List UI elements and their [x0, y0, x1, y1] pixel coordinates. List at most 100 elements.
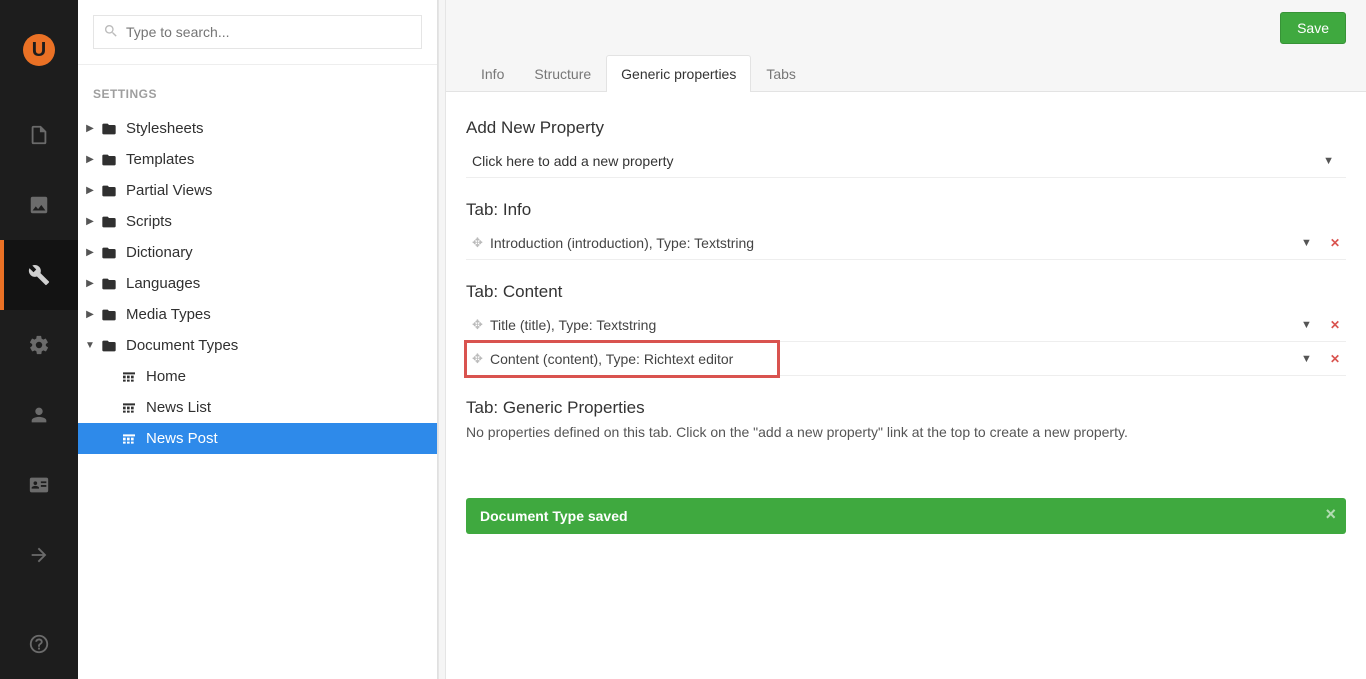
tree-news-list[interactable]: News List [78, 392, 437, 423]
tree-section-label: SETTINGS [78, 65, 437, 113]
delete-icon[interactable]: ✕ [1324, 352, 1346, 366]
section-title: Tab: Generic Properties [466, 398, 1346, 418]
folder-icon [100, 120, 118, 138]
property-row-title[interactable]: ✥ Title (title), Type: Textstring ▼ ✕ [466, 308, 1346, 342]
property-label: Title (title), Type: Textstring [490, 317, 1289, 333]
tree-news-post[interactable]: News Post [78, 423, 437, 454]
tree-document-types[interactable]: ▼ Document Types [78, 330, 437, 361]
save-button[interactable]: Save [1280, 12, 1346, 44]
tree-stylesheets[interactable]: ▶ Stylesheets [78, 113, 437, 144]
move-icon[interactable]: ✥ [472, 235, 484, 251]
section-title: Tab: Content [466, 282, 1346, 302]
tree-item-label: Document Types [126, 337, 238, 354]
move-icon[interactable]: ✥ [472, 317, 484, 333]
search-icon [103, 23, 119, 39]
section-title: Tab: Info [466, 200, 1346, 220]
nav-users[interactable] [0, 380, 78, 450]
tree-templates[interactable]: ▶Templates [78, 144, 437, 175]
chevron-right-icon: ▶ [82, 185, 98, 196]
chevron-right-icon: ▶ [82, 247, 98, 258]
app-nav: U [0, 0, 78, 679]
tree-dictionary[interactable]: ▶ Dictionary [78, 237, 437, 268]
gear-icon [28, 334, 50, 356]
tab-generic-properties[interactable]: Generic properties [606, 55, 751, 92]
folder-icon [100, 151, 118, 169]
folder-icon [100, 275, 118, 293]
tab-row: Info Structure Generic properties Tabs [446, 55, 1366, 92]
section-title: Add New Property [466, 118, 1346, 138]
help-icon [28, 633, 50, 655]
tree-item-label: Dictionary [126, 244, 193, 261]
section-add-new: Add New Property Click here to add a new… [466, 118, 1346, 178]
folder-icon [100, 244, 118, 262]
property-row-introduction[interactable]: ✥ Introduction (introduction), Type: Tex… [466, 226, 1346, 260]
tree-item-label: Media Types [126, 306, 211, 323]
search-input[interactable] [93, 15, 422, 49]
tree-partial-views[interactable]: ▶ Partial Views [78, 175, 437, 206]
tree-item-label: Partial Views [126, 182, 212, 199]
folder-icon [100, 306, 118, 324]
property-row-content[interactable]: ✥ Content (content), Type: Richtext edit… [466, 342, 778, 376]
app-logo-icon[interactable]: U [23, 34, 55, 66]
tree-home[interactable]: Home [78, 361, 437, 392]
nav-content[interactable] [0, 100, 78, 170]
folder-icon [100, 337, 118, 355]
tree-item-label: Templates [126, 151, 194, 168]
tree-item-label: Stylesheets [126, 120, 204, 137]
wrench-icon [28, 264, 50, 286]
nav-settings[interactable] [0, 240, 78, 310]
chevron-down-icon[interactable]: ▼ [1289, 319, 1324, 331]
tree-languages[interactable]: ▶ Languages [78, 268, 437, 299]
chevron-down-icon: ▼ [1311, 155, 1346, 167]
tree-scripts[interactable]: ▶Scripts [78, 206, 437, 237]
tree-root: ▶Stylesheets ▶Templates ▶Partial Views ▶… [78, 113, 437, 454]
chevron-right-icon: ▶ [82, 309, 98, 320]
delete-icon[interactable]: ✕ [1324, 236, 1346, 250]
document-icon [28, 124, 50, 146]
tree-item-label: Languages [126, 275, 200, 292]
add-property-label: Click here to add a new property [472, 153, 1311, 169]
chevron-down-icon: ▼ [82, 340, 98, 351]
close-icon[interactable]: × [1325, 504, 1336, 525]
nav-members[interactable] [0, 450, 78, 520]
nav-help[interactable] [0, 609, 78, 679]
tree-item-label: News Post [146, 430, 218, 447]
section-tab-info: Tab: Info ✥ Introduction (introduction),… [466, 200, 1346, 260]
doctype-icon [120, 368, 138, 386]
section-tab-generic: Tab: Generic Properties No properties de… [466, 398, 1346, 440]
chevron-right-icon: ▶ [82, 216, 98, 227]
add-property-row[interactable]: Click here to add a new property ▼ [466, 144, 1346, 178]
tab-info[interactable]: Info [466, 55, 519, 92]
doctype-icon [120, 430, 138, 448]
nav-media[interactable] [0, 170, 78, 240]
toast-success: Document Type saved × [466, 498, 1346, 534]
main-panel: Save Info Structure Generic properties T… [446, 0, 1366, 679]
chevron-down-icon[interactable]: ▼ [1289, 237, 1324, 249]
arrow-right-icon [28, 544, 50, 566]
content-area: Add New Property Click here to add a new… [446, 92, 1366, 679]
property-label: Content (content), Type: Richtext editor [490, 351, 778, 367]
folder-icon [100, 182, 118, 200]
chevron-right-icon: ▶ [82, 278, 98, 289]
section-tab-content: Tab: Content ✥ Title (title), Type: Text… [466, 282, 1346, 376]
delete-icon[interactable]: ✕ [1324, 318, 1346, 332]
doctype-icon [120, 399, 138, 417]
image-icon [28, 194, 50, 216]
nav-developer[interactable] [0, 310, 78, 380]
nav-forms[interactable] [0, 520, 78, 590]
tab-tabs[interactable]: Tabs [751, 55, 811, 92]
logo-wrap: U [23, 0, 55, 100]
id-card-icon [28, 474, 50, 496]
chevron-down-icon[interactable]: ▼ [1289, 353, 1324, 365]
tree-item-label: Home [146, 368, 186, 385]
tab-structure[interactable]: Structure [519, 55, 606, 92]
property-label: Introduction (introduction), Type: Texts… [490, 235, 1289, 251]
panel-divider[interactable] [438, 0, 446, 679]
generic-help-text: No properties defined on this tab. Click… [466, 424, 1346, 440]
move-icon[interactable]: ✥ [472, 351, 484, 367]
user-icon [28, 404, 50, 426]
tree-media-types[interactable]: ▶ Media Types [78, 299, 437, 330]
folder-icon [100, 213, 118, 231]
search-row [78, 0, 437, 64]
chevron-right-icon: ▶ [82, 123, 98, 134]
